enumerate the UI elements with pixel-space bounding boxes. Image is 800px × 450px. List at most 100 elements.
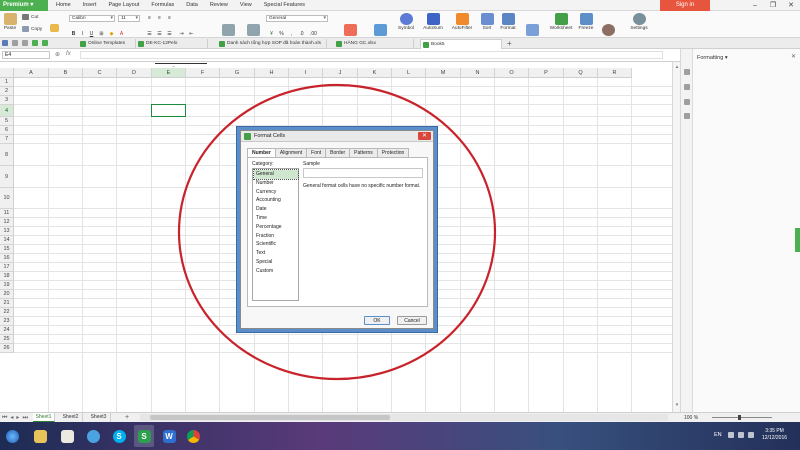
row-header-8[interactable]: 8: [0, 144, 14, 166]
tab-view[interactable]: View: [234, 0, 258, 11]
cancel-button[interactable]: Cancel: [397, 316, 427, 325]
row-header-2[interactable]: 2: [0, 87, 14, 96]
border-icon[interactable]: ⊞: [98, 31, 105, 37]
new-tab-button[interactable]: +: [507, 39, 512, 49]
column-header-q[interactable]: Q: [564, 68, 598, 78]
column-header-n[interactable]: N: [461, 68, 495, 78]
font-size-select[interactable]: 11: [118, 15, 140, 22]
taskbar-explorer[interactable]: [30, 425, 50, 447]
add-sheet-button[interactable]: +: [125, 413, 129, 422]
language-indicator[interactable]: EN: [714, 432, 722, 438]
tray-network-icon[interactable]: [738, 432, 744, 438]
doc-tab-danh-sach[interactable]: Danh sách tổng hợp SOP đã hoàn thành.xls: [217, 39, 327, 49]
taskbar-media[interactable]: [83, 425, 103, 447]
row-header-5[interactable]: 5: [0, 117, 14, 126]
tray-volume-icon[interactable]: [748, 432, 754, 438]
close-icon[interactable]: ✕: [782, 0, 800, 11]
autosum-button[interactable]: AutoSum: [420, 12, 446, 32]
row-header-6[interactable]: 6: [0, 126, 14, 135]
row-header-16[interactable]: 16: [0, 254, 14, 263]
category-item-accounting[interactable]: Accounting: [254, 196, 298, 205]
row-header-22[interactable]: 22: [0, 308, 14, 317]
tab-home[interactable]: Home: [50, 0, 77, 11]
italic-button[interactable]: I: [79, 31, 86, 37]
increase-decimal-icon[interactable]: .0: [298, 31, 305, 37]
worksheet-button[interactable]: Worksheet: [546, 12, 576, 32]
copy-button[interactable]: Copy: [22, 26, 42, 32]
cut-button[interactable]: Cut: [22, 14, 38, 20]
sort-button[interactable]: Sort: [478, 12, 496, 32]
category-item-time[interactable]: Time: [254, 214, 298, 223]
category-list[interactable]: General Number Currency Accounting Date Time P…: [252, 168, 299, 301]
align-middle-icon[interactable]: ≡: [156, 15, 163, 21]
formatting-panel-title[interactable]: Formatting ▾: [697, 55, 728, 61]
row-header-11[interactable]: 11: [0, 209, 14, 218]
doc-tab-hang-gc[interactable]: HÀNG GC.xlsx: [334, 39, 414, 49]
doc-tab-book5[interactable]: Book5: [420, 39, 502, 49]
taskbar-spreadsheets[interactable]: S: [134, 425, 154, 447]
row-header-3[interactable]: 3: [0, 96, 14, 105]
doc-tab-online-templates[interactable]: Online Templates: [78, 39, 136, 49]
sheet-tab-sheet2[interactable]: Sheet2: [59, 413, 83, 422]
align-center-icon[interactable]: ☰: [156, 31, 163, 37]
row-header-18[interactable]: 18: [0, 272, 14, 281]
panel-edge-tab[interactable]: [795, 228, 800, 252]
dialog-title-bar[interactable]: Format Cells ✕: [241, 131, 433, 142]
fx-icon[interactable]: fx: [66, 51, 71, 58]
column-header-o[interactable]: O: [495, 68, 529, 78]
restore-icon[interactable]: ❐: [764, 0, 782, 11]
row-header-13[interactable]: 13: [0, 227, 14, 236]
align-left-icon[interactable]: ☰: [146, 31, 153, 37]
fill-color-icon[interactable]: ◆: [108, 31, 115, 37]
tab-data[interactable]: Data: [180, 0, 204, 11]
column-header-c[interactable]: C: [83, 68, 117, 78]
start-button[interactable]: [2, 425, 22, 447]
tab-insert[interactable]: Insert: [77, 0, 103, 11]
panel-close-icon[interactable]: ✕: [791, 53, 796, 60]
thousands-icon[interactable]: ,: [288, 31, 295, 37]
formula-input[interactable]: [80, 51, 663, 59]
underline-button[interactable]: U: [88, 31, 95, 37]
category-item-text[interactable]: Text: [254, 249, 298, 258]
align-top-icon[interactable]: ≡: [146, 15, 153, 21]
category-item-date[interactable]: Date: [254, 205, 298, 214]
selected-cell[interactable]: [151, 104, 186, 117]
sign-in-button[interactable]: Sign in: [660, 0, 710, 11]
tab-special-features[interactable]: Special Features: [258, 0, 311, 11]
pane-backup-icon[interactable]: [684, 113, 690, 119]
tray-flag-icon[interactable]: [728, 432, 734, 438]
row-header-10[interactable]: 10: [0, 188, 14, 209]
font-color-icon[interactable]: A: [118, 31, 125, 37]
percent-icon[interactable]: %: [278, 31, 285, 37]
pane-select-icon[interactable]: [684, 84, 690, 90]
row-header-9[interactable]: 9: [0, 166, 14, 188]
align-bottom-icon[interactable]: ≡: [166, 15, 173, 21]
row-header-17[interactable]: 17: [0, 263, 14, 272]
column-header-k[interactable]: K: [358, 68, 392, 78]
category-item-fraction[interactable]: Fraction: [254, 232, 298, 241]
column-header-m[interactable]: M: [426, 68, 461, 78]
category-item-general[interactable]: General: [253, 169, 299, 180]
symbol-button[interactable]: Symbol: [395, 12, 417, 32]
row-header-19[interactable]: 19: [0, 281, 14, 290]
category-item-special[interactable]: Special: [254, 258, 298, 267]
horizontal-scroll-thumb[interactable]: [150, 415, 390, 420]
settings-button[interactable]: Settings: [626, 12, 652, 32]
zoom-icon[interactable]: ⊕: [55, 51, 60, 58]
column-header-i[interactable]: I: [289, 68, 323, 78]
column-header-f[interactable]: F: [186, 68, 220, 78]
taskbar-writer[interactable]: W: [159, 425, 179, 447]
pane-shape-icon[interactable]: [684, 99, 690, 105]
dialog-tab-protection[interactable]: Protection: [376, 148, 410, 157]
tab-review[interactable]: Review: [204, 0, 234, 11]
dialog-tab-font[interactable]: Font: [306, 148, 327, 157]
row-header-14[interactable]: 14: [0, 236, 14, 245]
row-header-7[interactable]: 7: [0, 135, 14, 144]
paste-button[interactable]: Paste: [2, 12, 18, 32]
tab-page-layout[interactable]: Page Layout: [102, 0, 145, 11]
autofilter-button[interactable]: AutoFilter: [448, 12, 476, 32]
taskbar-chrome[interactable]: [183, 425, 203, 447]
category-item-custom[interactable]: Custom: [254, 267, 298, 276]
column-header-g[interactable]: G: [220, 68, 255, 78]
number-format-select[interactable]: General: [266, 15, 328, 22]
